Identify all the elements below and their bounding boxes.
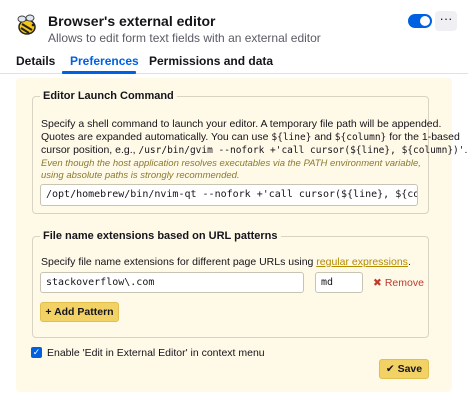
launch-command-input[interactable]: /opt/homebrew/bin/nvim-qt --nofork +'cal… [40,184,418,206]
toggle-knob [420,16,430,26]
launch-description-line3: cursor position, e.g., /usr/bin/gvim --n… [41,144,467,157]
example-command: /usr/bin/gvim --nofork +'call cursor(${l… [138,145,465,156]
desc-text: cursor position, e.g., [41,144,139,156]
add-pattern-button[interactable]: + Add Pattern [40,302,119,322]
desc-text: Quotes are expanded automatically. You c… [41,131,272,143]
launch-description-line2: Quotes are expanded automatically. You c… [41,131,460,144]
absolute-path-note: Even though the host application resolve… [41,158,421,181]
desc-text: . [407,256,411,268]
tab-bar: Details Preferences Permissions and data [0,50,468,74]
launch-description-line1: Specify a shell command to launch your e… [41,118,442,130]
save-button[interactable]: ✔ Save [379,359,429,379]
remove-label: Remove [384,277,424,289]
tab-permissions[interactable]: Permissions and data [149,54,273,68]
desc-text: Specify file name extensions for differe… [41,256,317,268]
extension-description: Allows to edit form text fields with an … [48,31,321,45]
file-extension-input[interactable]: md [315,272,363,293]
extension-title: Browser's external editor [48,13,216,29]
extensions-description: Specify file name extensions for differe… [41,256,411,269]
remove-pattern-button[interactable]: ✖ Remove [373,277,424,289]
line-placeholder: ${line} [271,132,312,143]
enable-toggle[interactable] [408,14,432,28]
extensions-legend: File name extensions based on URL patter… [40,230,281,242]
launch-command-legend: Editor Launch Command [40,90,177,102]
url-pattern-input[interactable]: stackoverflow\.com [40,272,304,293]
column-placeholder: ${column} [334,132,387,143]
tab-preferences[interactable]: Preferences [70,54,139,68]
remove-x-icon: ✖ [373,277,382,289]
context-menu-checkbox[interactable]: ✓ [31,347,42,358]
extension-header: Browser's external editor Allows to edit… [0,0,468,50]
desc-text: and [311,131,335,143]
more-options-button[interactable]: ··· [435,11,457,31]
context-menu-label: Enable 'Edit in External Editor' in cont… [47,347,265,359]
active-tab-indicator [62,71,136,74]
desc-text: for the 1-based [386,131,460,143]
tab-details[interactable]: Details [16,54,55,68]
regex-link[interactable]: regular expressions [316,256,408,268]
desc-text: . [464,144,468,156]
bee-logo-icon [17,14,36,35]
